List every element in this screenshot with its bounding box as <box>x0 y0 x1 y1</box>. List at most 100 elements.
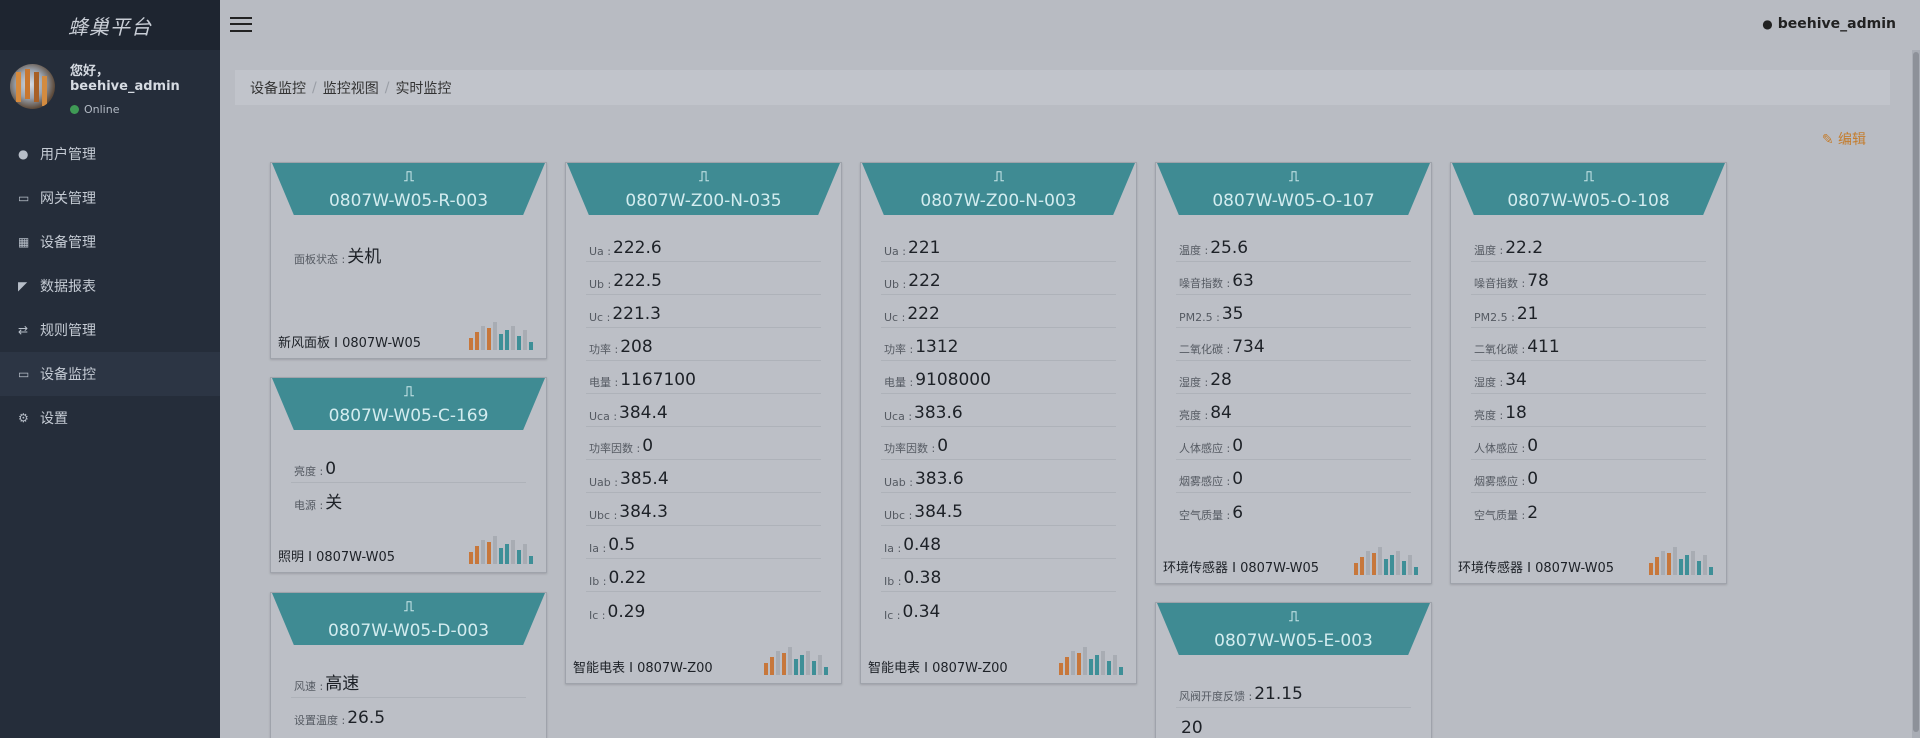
exchange-icon: ⇄ <box>18 323 29 337</box>
card-title: 0807W-W05-D-003 <box>327 621 490 641</box>
metric-value: 0 <box>642 436 654 456</box>
metric-value: 0 <box>1527 436 1539 456</box>
history-chart-icon[interactable] <box>1649 547 1719 575</box>
link-icon: ⎍ <box>404 169 414 185</box>
metric-value: 63 <box>1232 271 1254 291</box>
metric-label: 二氧化碳 : <box>1474 343 1526 356</box>
online-status: Online <box>70 103 119 116</box>
metric-label: 湿度 : <box>1474 376 1504 389</box>
menu-toggle-icon[interactable] <box>230 17 252 32</box>
chart-bar <box>1384 559 1388 575</box>
top-bar: ● beehive_admin <box>220 0 1920 50</box>
metric-label: 噪音指数 : <box>1474 277 1526 290</box>
card-header: ⎍ 0807W-W05-O-108 <box>1452 163 1725 215</box>
sidebar-item-settings[interactable]: ⚙ 设置 <box>0 396 220 440</box>
history-chart-icon[interactable] <box>469 536 539 564</box>
user-greeting: 您好， beehive_admin <box>70 64 180 94</box>
edit-button[interactable]: ✎ 编辑 <box>1822 129 1866 149</box>
chart-bar <box>1679 559 1683 575</box>
metric-row: 亮度 : 0 <box>291 450 526 483</box>
metric-label: 功率 : <box>589 343 619 356</box>
device-card[interactable]: ⎍ 0807W-Z00-N-035 Ua : 222.6 Ub : 222.5 Uc :… <box>565 162 842 684</box>
metric-row: Ubc : 384.5 <box>881 493 1116 526</box>
metric-label: 人体感应 : <box>1179 442 1231 455</box>
chart-bar <box>1360 557 1364 575</box>
metric-row: 温度 : 22.2 <box>1471 229 1706 262</box>
metric-row: 二氧化碳 : 734 <box>1176 328 1411 361</box>
breadcrumb-item[interactable]: 监控视图 <box>323 78 379 98</box>
metric-row: 噪音指数 : 78 <box>1471 262 1706 295</box>
metric-value: 28 <box>1210 370 1232 390</box>
metric-label: 功率因数 : <box>884 442 936 455</box>
sidebar-item-devices[interactable]: ▦ 设备管理 <box>0 220 220 264</box>
edit-label: 编辑 <box>1838 132 1866 148</box>
history-chart-icon[interactable] <box>1354 547 1424 575</box>
chart-bar <box>517 336 521 350</box>
user-menu[interactable]: ● beehive_admin <box>1762 16 1896 32</box>
metric-row: 亮度 : 18 <box>1471 394 1706 427</box>
metric-value: 0.22 <box>608 568 647 588</box>
metric-label: 湿度 : <box>1179 376 1209 389</box>
metric-value: 2 <box>1527 503 1539 523</box>
chart-bar <box>776 651 780 675</box>
sidebar-item-rules[interactable]: ⇄ 规则管理 <box>0 308 220 352</box>
table-icon: ▦ <box>18 235 30 249</box>
card-title: 0807W-W05-C-169 <box>328 406 489 426</box>
chart-bar <box>1390 555 1394 575</box>
metric-label: 温度 : <box>1474 244 1504 257</box>
metric-value: 84 <box>1210 403 1232 423</box>
scrollbar-thumb[interactable] <box>1913 52 1919 732</box>
device-card[interactable]: ⎍ 0807W-W05-E-003 风阀开度反馈 : 21.15 20 <box>1155 602 1432 738</box>
metric-label: 空气质量 : <box>1179 509 1231 522</box>
device-card[interactable]: ⎍ 0807W-W05-R-003 面板状态 : 关机 新风面板 I 0807W-W0… <box>270 162 547 359</box>
history-chart-icon[interactable] <box>764 647 834 675</box>
metric-label: Ub : <box>884 278 907 291</box>
link-icon: ⎍ <box>699 169 709 185</box>
chart-bar <box>481 540 485 564</box>
card-body: Ua : 221 Ub : 222 Uc : 222 功率 : 1312 电量 : 91… <box>861 215 1136 625</box>
metric-row: 电量 : 9108000 <box>881 361 1116 394</box>
avatar <box>10 64 55 109</box>
metric-label: 亮度 : <box>1474 409 1504 422</box>
metric-row: Ib : 0.38 <box>881 559 1116 592</box>
online-label: Online <box>84 103 120 116</box>
breadcrumb: 设备监控 / 监控视图 / 实时监控 <box>235 70 1890 105</box>
metric-row: 功率因数 : 0 <box>586 427 821 460</box>
card-title: 0807W-W05-R-003 <box>328 191 489 211</box>
card-body: 面板状态 : 关机 <box>271 215 546 270</box>
device-card[interactable]: ⎍ 0807W-W05-O-108 温度 : 22.2 噪音指数 : 78 PM2.5 … <box>1450 162 1727 584</box>
card-footer: 智能电表 I 0807W-Z00 <box>573 661 713 676</box>
metric-value: 0.38 <box>903 568 942 588</box>
metric-value: 385.4 <box>619 469 669 489</box>
breadcrumb-item[interactable]: 设备监控 <box>250 78 306 98</box>
metric-label: 电量 : <box>589 376 619 389</box>
metric-value: 221 <box>908 238 941 258</box>
history-chart-icon[interactable] <box>469 322 539 350</box>
history-chart-icon[interactable] <box>1059 647 1129 675</box>
metric-value: 高速 <box>325 674 360 694</box>
sidebar-item-gateways[interactable]: ▭ 网关管理 <box>0 176 220 220</box>
device-card[interactable]: ⎍ 0807W-W05-C-169 亮度 : 0 电源 : 关照明 I 0807W-W… <box>270 377 547 573</box>
online-dot-icon <box>70 105 79 114</box>
metric-row: 功率 : 1312 <box>881 328 1116 361</box>
brand-logo[interactable]: 蜂巢平台 <box>0 0 220 50</box>
sidebar-item-reports[interactable]: ◤ 数据报表 <box>0 264 220 308</box>
device-card[interactable]: ⎍ 0807W-W05-D-003 风速 : 高速 设置温度 : 26.5 <box>270 592 547 738</box>
sidebar-item-label: 用户管理 <box>40 147 96 163</box>
sidebar-item-users[interactable]: ● 用户管理 <box>0 132 220 176</box>
chart-bar <box>788 647 792 675</box>
metric-row: Ic : 0.29 <box>586 592 821 625</box>
metric-value: 222 <box>908 271 941 291</box>
sidebar-item-monitoring[interactable]: ▭ 设备监控 <box>0 352 220 396</box>
chart-bar <box>1095 655 1099 675</box>
metric-label: Ua : <box>884 245 906 258</box>
area-chart-icon: ◤ <box>18 279 28 293</box>
chart-bar <box>511 326 515 350</box>
metric-row: Ib : 0.22 <box>586 559 821 592</box>
device-card[interactable]: ⎍ 0807W-W05-O-107 温度 : 25.6 噪音指数 : 63 PM2.5 … <box>1155 162 1432 584</box>
chart-bar <box>469 552 473 564</box>
device-card[interactable]: ⎍ 0807W-Z00-N-003 Ua : 221 Ub : 222 Uc : 222… <box>860 162 1137 684</box>
metric-label: PM2.5 : <box>1179 311 1220 324</box>
metric-row: Ub : 222 <box>881 262 1116 295</box>
metric-value: 关 <box>325 493 343 513</box>
